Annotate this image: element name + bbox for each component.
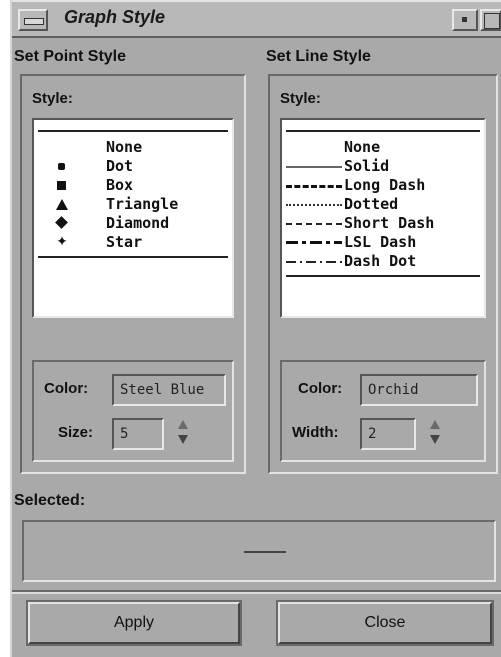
spin-up-icon[interactable] bbox=[430, 420, 440, 429]
spin-down-icon[interactable] bbox=[178, 435, 188, 444]
point-size-stepper[interactable] bbox=[176, 418, 190, 448]
line-color-label: Color: bbox=[298, 380, 343, 397]
point-size-label: Size: bbox=[58, 424, 94, 441]
spin-down-icon[interactable] bbox=[430, 435, 440, 444]
dot-icon bbox=[52, 157, 72, 176]
list-bottom-rule bbox=[38, 256, 228, 258]
lsl-dash-line-icon bbox=[286, 241, 342, 244]
point-item-dot[interactable]: Dot bbox=[34, 157, 232, 176]
line-style-label: Style: bbox=[280, 90, 321, 107]
point-item-box[interactable]: Box bbox=[34, 176, 232, 195]
window-title: Graph Style bbox=[64, 7, 166, 27]
line-options-group: Color: Orchid Width: 2 bbox=[280, 360, 486, 462]
line-width-stepper[interactable] bbox=[428, 418, 442, 448]
line-item-long-dash[interactable]: Long Dash bbox=[282, 176, 484, 195]
diamond-icon bbox=[52, 214, 72, 233]
minimize-icon[interactable] bbox=[452, 9, 478, 31]
line-item-label: Long Dash bbox=[344, 176, 426, 194]
point-item-none[interactable]: None bbox=[34, 138, 232, 157]
line-item-none[interactable]: None bbox=[282, 138, 484, 157]
point-color-label: Color: bbox=[44, 380, 89, 397]
list-top-rule bbox=[286, 130, 480, 132]
line-item-short-dash[interactable]: Short Dash bbox=[282, 214, 484, 233]
line-item-label: LSL Dash bbox=[344, 233, 417, 251]
line-style-group: Style: None Solid Long Dash Dotted Short… bbox=[268, 74, 498, 474]
line-item-label: Short Dash bbox=[344, 214, 435, 232]
point-color-field[interactable]: Steel Blue bbox=[112, 374, 226, 406]
point-item-label: Box bbox=[106, 176, 134, 194]
graph-style-window: Graph Style Set Point Style Style: None … bbox=[10, 0, 501, 657]
point-item-label: None bbox=[106, 138, 143, 156]
list-top-rule bbox=[38, 130, 228, 132]
apply-button[interactable]: Apply bbox=[28, 602, 240, 644]
line-item-dotted[interactable]: Dotted bbox=[282, 195, 484, 214]
line-item-label: None bbox=[344, 138, 381, 156]
button-separator bbox=[12, 590, 501, 594]
point-item-triangle[interactable]: Triangle bbox=[34, 195, 232, 214]
point-item-label: Star bbox=[106, 233, 143, 251]
selected-label: Selected: bbox=[14, 492, 86, 509]
close-button[interactable]: Close bbox=[278, 602, 492, 644]
point-style-list[interactable]: None Dot Box Triangle Diamond ✦ Star bbox=[32, 118, 234, 318]
short-dash-line-icon bbox=[286, 223, 342, 225]
line-style-heading: Set Line Style bbox=[266, 48, 371, 65]
point-size-field[interactable]: 5 bbox=[112, 418, 164, 450]
dash-dot-line-icon bbox=[286, 261, 342, 263]
selected-line-sample bbox=[244, 551, 286, 553]
title-bar[interactable]: Graph Style bbox=[12, 0, 501, 38]
spin-up-icon[interactable] bbox=[178, 420, 188, 429]
long-dash-line-icon bbox=[286, 185, 342, 188]
triangle-icon bbox=[52, 195, 72, 214]
selected-preview bbox=[22, 520, 496, 582]
line-item-solid[interactable]: Solid bbox=[282, 157, 484, 176]
point-style-heading: Set Point Style bbox=[14, 48, 127, 65]
point-options-group: Color: Steel Blue Size: 5 bbox=[32, 360, 234, 462]
star-icon: ✦ bbox=[56, 234, 68, 250]
point-item-label: Diamond bbox=[106, 214, 170, 232]
list-bottom-rule bbox=[286, 275, 480, 277]
point-item-label: Triangle bbox=[106, 195, 179, 213]
line-item-dash-dot[interactable]: Dash Dot bbox=[282, 252, 484, 271]
line-color-field[interactable]: Orchid bbox=[360, 374, 478, 406]
point-item-label: Dot bbox=[106, 157, 134, 175]
line-item-lsl-dash[interactable]: LSL Dash bbox=[282, 233, 484, 252]
line-width-label: Width: bbox=[292, 424, 339, 441]
line-item-label: Dash Dot bbox=[344, 252, 417, 270]
line-width-field[interactable]: 2 bbox=[360, 418, 416, 450]
box-icon bbox=[52, 176, 72, 195]
point-item-diamond[interactable]: Diamond bbox=[34, 214, 232, 233]
solid-line-icon bbox=[286, 166, 342, 168]
line-style-list[interactable]: None Solid Long Dash Dotted Short Dash L… bbox=[280, 118, 486, 318]
point-item-star[interactable]: ✦ Star bbox=[34, 233, 232, 252]
maximize-icon[interactable] bbox=[480, 9, 501, 31]
line-item-label: Solid bbox=[344, 157, 390, 175]
line-item-label: Dotted bbox=[344, 195, 399, 213]
window-menu-icon[interactable] bbox=[18, 9, 48, 31]
point-style-group: Style: None Dot Box Triangle Diamond ✦ S… bbox=[20, 74, 246, 474]
point-style-label: Style: bbox=[32, 90, 73, 107]
dotted-line-icon bbox=[286, 204, 342, 206]
